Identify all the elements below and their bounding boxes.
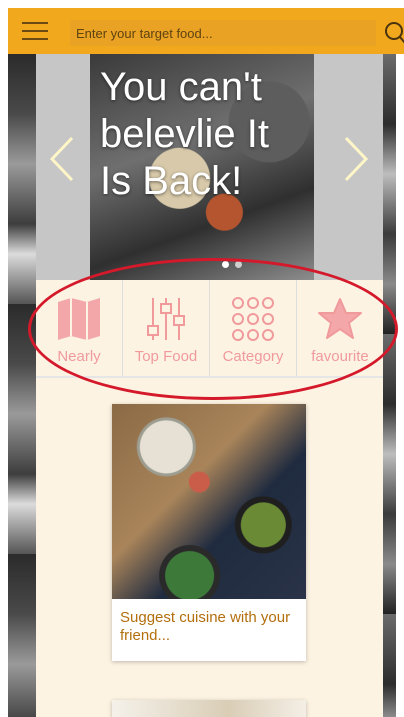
main-content: You can't belevlie It Is Back! Nearly To… bbox=[36, 54, 383, 717]
hero-carousel[interactable]: You can't belevlie It Is Back! bbox=[36, 54, 383, 280]
sliders-icon bbox=[147, 298, 185, 340]
slide-headline: You can't belevlie It Is Back! bbox=[100, 65, 269, 203]
star-icon bbox=[318, 298, 362, 339]
grid-dots-icon bbox=[232, 297, 274, 341]
carousel-dot-1[interactable] bbox=[222, 261, 229, 268]
background-photo-left bbox=[8, 54, 36, 717]
category-category[interactable]: Category bbox=[210, 280, 297, 376]
feed-card[interactable]: Suggest cuisine with your friend... bbox=[112, 404, 306, 661]
search-icon[interactable] bbox=[384, 20, 404, 46]
feed-card-image bbox=[112, 700, 306, 717]
category-label: Nearly bbox=[57, 348, 101, 365]
hamburger-menu-icon[interactable] bbox=[22, 20, 48, 42]
category-top-food[interactable]: Top Food bbox=[123, 280, 210, 376]
carousel-dot-2[interactable] bbox=[235, 261, 242, 268]
chevron-left-icon[interactable] bbox=[46, 134, 80, 184]
category-label: favourite bbox=[311, 348, 369, 365]
feed-card-partial[interactable] bbox=[112, 700, 306, 717]
category-label: Top Food bbox=[134, 348, 198, 365]
search-input[interactable] bbox=[70, 20, 376, 46]
top-bar bbox=[8, 8, 404, 54]
carousel-pagination bbox=[222, 261, 242, 268]
category-menu: Nearly Top Food Category favourite bbox=[36, 280, 383, 378]
category-favourite[interactable]: favourite bbox=[297, 280, 383, 376]
feed-card-image bbox=[112, 404, 306, 599]
category-nearly[interactable]: Nearly bbox=[36, 280, 123, 376]
map-icon bbox=[58, 298, 100, 340]
feed-card-caption: Suggest cuisine with your friend... bbox=[120, 609, 291, 644]
chevron-right-icon[interactable] bbox=[338, 134, 372, 184]
category-label: Category bbox=[222, 348, 284, 365]
